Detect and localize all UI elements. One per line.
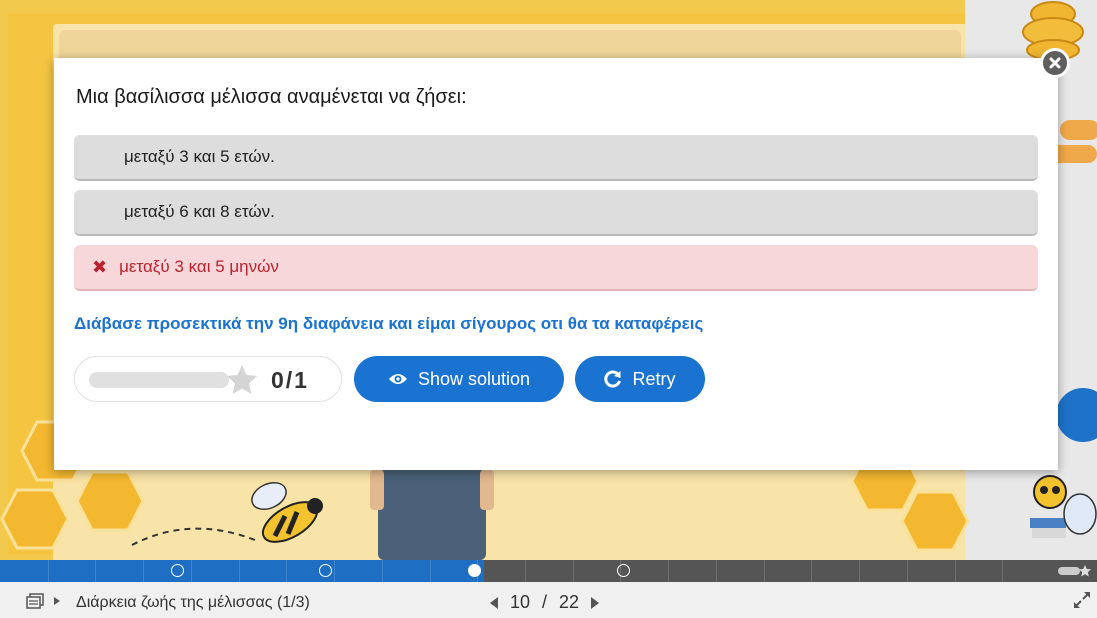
eye-icon [388,374,407,384]
progress-tick [811,560,812,582]
close-dialog-button[interactable] [1040,48,1070,78]
show-solution-label: Show solution [417,368,531,389]
feedback-text: Διάβασε προσεκτικά την 9η διαφάνεια και … [74,314,704,333]
next-slide-icon[interactable] [591,596,600,609]
quiz-dialog: Μια βασίλισσα μέλισσα αναμένεται να ζήσε… [54,58,1058,470]
previous-slide-icon[interactable] [490,596,498,609]
slide-progress-fill [0,560,484,582]
score-bar: 0/1 [74,356,342,402]
slide-progress-bar[interactable] [0,560,1097,582]
star-icon [227,365,257,394]
retry-icon [604,370,622,388]
progress-tick [955,560,956,582]
bee-reading-icon [1030,475,1097,538]
slides-icon[interactable] [26,593,44,609]
progress-tick [573,560,574,582]
exit-fullscreen-icon[interactable] [1072,590,1092,610]
honeycomb-icon [0,488,70,550]
footer-bar: Διάρκεια ζωής της μέλισσας (1/3) 10 / 22 [0,582,1097,618]
slide-pager: 10 / 22 [490,592,600,613]
close-icon [1049,57,1061,69]
progress-tick [382,560,383,582]
progress-tick [191,560,192,582]
progress-tick [907,560,908,582]
progress-tick [668,560,669,582]
pager-separator: / [542,592,548,612]
slide-marker[interactable] [617,564,630,577]
slide-marker[interactable] [171,564,184,577]
progress-tick [239,560,240,582]
answer-option-wrong[interactable]: ✖ μεταξύ 3 και 5 μηνών [74,245,1038,291]
retry-button[interactable]: Retry [575,356,705,402]
answer-label: μεταξύ 6 και 8 ετών. [124,202,275,221]
progress-tick [716,560,717,582]
progress-tick [334,560,335,582]
progress-tick [1002,560,1003,582]
retry-label: Retry [632,368,676,389]
score-text: 0/1 [271,367,309,393]
show-solution-button[interactable]: Show solution [354,356,564,402]
answer-label: μεταξύ 3 και 5 μηνών [119,257,279,276]
progress-tick [143,560,144,582]
answer-option[interactable]: μεταξύ 3 και 5 ετών. [74,135,1038,181]
progress-end-marker [1058,567,1080,575]
caret-right-icon[interactable] [54,597,60,605]
decor-bar [1060,120,1097,140]
progress-tick [286,560,287,582]
progress-tick [859,560,860,582]
progress-tick [764,560,765,582]
score-progress-track [89,372,229,388]
progress-tick [430,560,431,582]
honeycomb-icon [900,490,970,552]
x-mark-icon: ✖ [92,256,108,277]
answer-label: μεταξύ 3 και 5 ετών. [124,147,275,166]
character-figure [370,470,494,560]
slide-marker-current[interactable] [468,564,481,577]
chapter-title: Διάρκεια ζωής της μέλισσας (1/3) [76,594,310,611]
current-slide-number: 10 [510,592,531,612]
star-icon [1079,565,1091,577]
slide-marker[interactable] [319,564,332,577]
answer-option[interactable]: μεταξύ 6 και 8 ετών. [74,190,1038,236]
progress-tick [48,560,49,582]
progress-tick [95,560,96,582]
progress-tick [525,560,526,582]
question-text: Μια βασίλισσα μέλισσα αναμένεται να ζήσε… [76,86,467,108]
dashed-flight-path [131,527,256,546]
total-slides-number: 22 [559,592,580,612]
